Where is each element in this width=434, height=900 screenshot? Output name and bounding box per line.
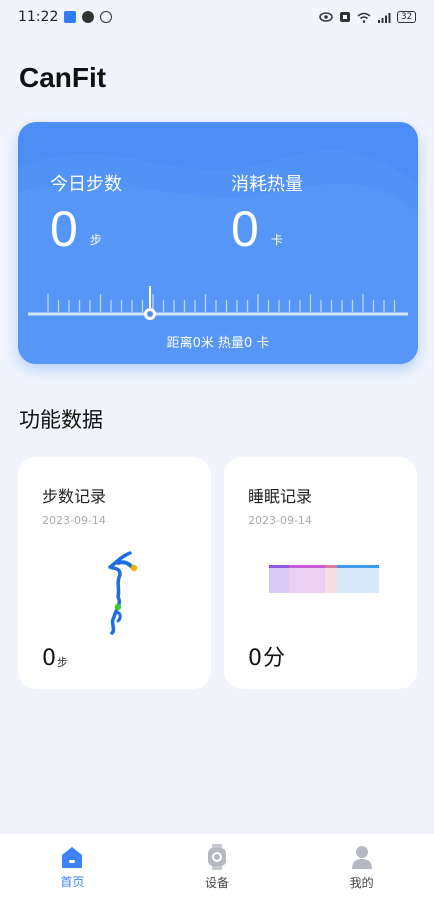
nav-mine-label: 我的 xyxy=(349,875,374,890)
sleep-bars-chart xyxy=(269,565,379,593)
bottom-nav: 首页 设备 我的 xyxy=(0,834,434,900)
status-bar: 11:22 32 xyxy=(0,0,434,34)
section-title: 功能数据 xyxy=(19,408,103,432)
status-left: 11:22 xyxy=(18,9,113,25)
sleep-record-card[interactable]: 睡眠记录 2023-09-14 0 分 xyxy=(224,457,417,689)
steps-record-value: 0 xyxy=(42,646,56,671)
steps-label: 今日步数 xyxy=(50,174,122,195)
steps-unit: 步 xyxy=(89,233,102,247)
message-icon xyxy=(82,11,95,23)
alarm-icon xyxy=(340,12,351,22)
steps-record-date: 2023-09-14 xyxy=(42,514,106,527)
nav-home[interactable]: 首页 xyxy=(22,845,122,890)
watch-icon xyxy=(207,843,226,870)
app-notification-icon xyxy=(64,11,77,23)
calories-unit: 卡 xyxy=(270,233,283,247)
privacy-icon xyxy=(100,11,113,23)
progress-ruler xyxy=(28,286,408,320)
route-map-icon xyxy=(108,551,138,635)
battery-indicator: 32 xyxy=(397,11,416,23)
steps-stat: 今日步数 0 步 xyxy=(50,170,122,254)
distance-calories-caption: 距离0米 热量0 卡 xyxy=(166,336,270,351)
sleep-record-unit: 分 xyxy=(263,646,286,671)
nav-device-label: 设备 xyxy=(204,875,229,890)
ruler-marker-dot xyxy=(147,311,153,317)
today-summary-card[interactable]: 今日步数 0 步 消耗热量 0 卡 距离0米 热量0 卡 xyxy=(18,122,418,364)
nav-device[interactable]: 设备 xyxy=(167,843,267,891)
calories-stat: 消耗热量 0 卡 xyxy=(231,170,303,254)
steps-value: 0 xyxy=(50,201,78,257)
steps-record-unit: 步 xyxy=(57,656,68,669)
page-title: CanFit xyxy=(19,62,107,93)
nav-mine[interactable]: 我的 xyxy=(312,844,412,891)
nav-home-label: 首页 xyxy=(60,874,85,889)
sleep-record-value-row: 0 分 xyxy=(248,647,285,671)
steps-record-title: 步数记录 xyxy=(42,487,107,506)
status-right: 32 xyxy=(319,11,416,23)
calories-label: 消耗热量 xyxy=(231,174,303,195)
calories-value: 0 xyxy=(231,201,259,257)
profile-icon xyxy=(351,845,372,869)
sleep-record-date: 2023-09-14 xyxy=(248,514,312,527)
status-time: 11:22 xyxy=(18,9,59,25)
steps-record-value-row: 0 步 xyxy=(42,647,68,671)
signal-icon xyxy=(378,12,391,23)
eye-icon xyxy=(319,12,333,22)
steps-record-card[interactable]: 步数记录 2023-09-14 0 步 xyxy=(18,457,211,689)
home-icon xyxy=(62,846,83,868)
sleep-record-value: 0 xyxy=(248,646,262,671)
sleep-record-title: 睡眠记录 xyxy=(248,487,313,506)
wifi-icon xyxy=(357,12,371,23)
